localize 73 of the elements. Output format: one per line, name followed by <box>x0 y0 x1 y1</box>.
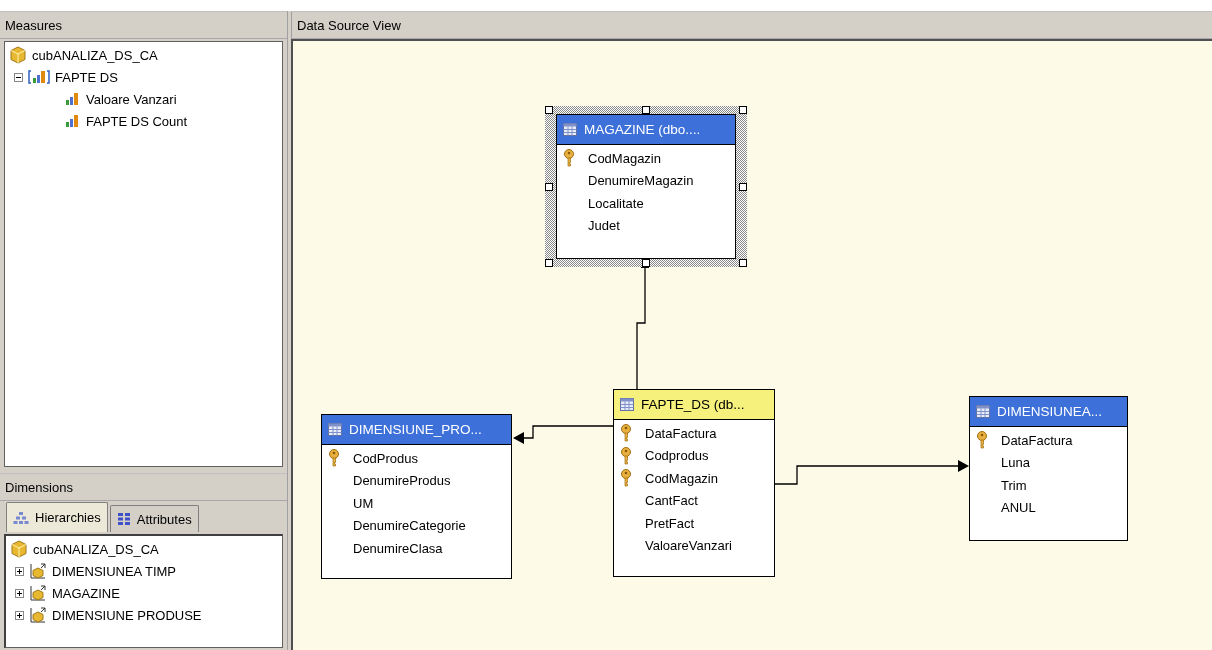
table-box[interactable]: DIMENSIUNEA... DataFactura Luna Trim ANUL <box>969 396 1128 541</box>
bar-chart-icon <box>65 114 81 128</box>
panel-header: Measures <box>0 11 287 39</box>
key-icon <box>620 469 632 488</box>
dimension-icon <box>29 606 47 624</box>
bar-chart-icon <box>65 92 81 106</box>
column-name[interactable]: CodMagazin <box>645 470 718 486</box>
tree-item[interactable]: DIMENSIUNE PRODUSE <box>52 607 202 623</box>
resize-handle[interactable] <box>545 106 553 114</box>
resize-handle[interactable] <box>545 259 553 267</box>
grid-icon <box>116 512 131 526</box>
key-icon <box>328 449 340 468</box>
resize-handle[interactable] <box>642 106 650 114</box>
expand-icon[interactable] <box>15 610 24 620</box>
collapse-icon[interactable] <box>14 72 23 82</box>
table-icon <box>563 123 577 136</box>
table-box[interactable]: FAPTE_DS (db... DataFactura Codprodus CodMagazin CantFact PretFact ValoareVanzari <box>613 389 775 577</box>
table-icon <box>328 423 342 436</box>
tree-item[interactable]: DIMENSIUNEA TIMP <box>52 563 176 579</box>
table-box[interactable]: MAGAZINE (dbo.... CodMagazin DenumireMagazin Localitate Judet <box>556 114 736 259</box>
table-icon <box>976 405 990 418</box>
cube-icon <box>9 46 27 64</box>
table-header[interactable]: FAPTE_DS (db... <box>614 390 774 420</box>
column-name[interactable]: CodMagazin <box>588 150 661 166</box>
tree-item[interactable]: cubANALIZA_DS_CA <box>32 47 158 63</box>
key-icon <box>620 446 632 465</box>
column-name[interactable]: DataFactura <box>1001 432 1073 448</box>
column-name[interactable]: ANUL <box>1001 500 1036 516</box>
column-name[interactable]: PretFact <box>645 515 695 531</box>
tree-item[interactable]: FAPTE DS Count <box>86 113 188 129</box>
column-name[interactable]: DenumireMagazin <box>588 173 694 189</box>
expand-icon[interactable] <box>15 566 24 576</box>
column-name[interactable]: ValoareVanzari <box>645 538 732 554</box>
dimension-icon <box>29 562 47 580</box>
column-name[interactable]: DenumireCategorie <box>353 518 466 534</box>
resize-handle[interactable] <box>739 182 747 191</box>
expand-icon[interactable] <box>15 588 24 598</box>
measure-group-icon <box>28 70 50 84</box>
column-name[interactable]: Trim <box>1001 477 1027 493</box>
resize-handle[interactable] <box>642 259 650 267</box>
column-name[interactable]: DataFactura <box>645 425 717 441</box>
tree-item[interactable]: cubANALIZA_DS_CA <box>33 541 159 557</box>
column-name[interactable]: CantFact <box>645 493 698 509</box>
resize-handle[interactable] <box>739 106 747 114</box>
resize-handle[interactable] <box>545 182 553 191</box>
tab[interactable]: Hierarchies <box>6 502 108 532</box>
table-icon <box>620 398 634 411</box>
column-name[interactable]: CodProdus <box>353 450 419 466</box>
column-name[interactable]: DenumireClasa <box>353 540 443 556</box>
table-box[interactable]: DIMENSIUNE_PRO... CodProdus DenumireProdus UM DenumireCategorie DenumireClasa <box>321 414 512 579</box>
cube-icon <box>10 540 28 558</box>
tree-item[interactable]: FAPTE DS <box>55 69 118 85</box>
column-name[interactable]: Localitate <box>588 195 644 211</box>
hierarchy-icon <box>13 510 29 525</box>
tree-item[interactable]: Valoare Vanzari <box>86 91 177 107</box>
column-name[interactable]: UM <box>353 495 374 511</box>
panel-header: Data Source View <box>291 11 1212 39</box>
panel-header: Dimensions <box>0 473 287 501</box>
key-icon <box>563 149 575 168</box>
table-header[interactable]: MAGAZINE (dbo.... <box>557 115 735 145</box>
resize-handle[interactable] <box>739 259 747 267</box>
key-icon <box>620 424 632 443</box>
table-header[interactable]: DIMENSIUNE_PRO... <box>322 415 511 445</box>
column-name[interactable]: DenumireProdus <box>353 473 451 489</box>
tab[interactable]: Attributes <box>109 505 199 532</box>
column-name[interactable]: Judet <box>588 218 620 234</box>
tree-item[interactable]: MAGAZINE <box>52 585 120 601</box>
table-header[interactable]: DIMENSIUNEA... <box>970 397 1127 427</box>
selection-frame[interactable]: MAGAZINE (dbo.... CodMagazin DenumireMagazin Localitate Judet <box>545 106 747 267</box>
dimension-icon <box>29 584 47 602</box>
column-name[interactable]: Luna <box>1001 455 1030 471</box>
column-name[interactable]: Codprodus <box>645 448 709 464</box>
key-icon <box>976 431 988 450</box>
